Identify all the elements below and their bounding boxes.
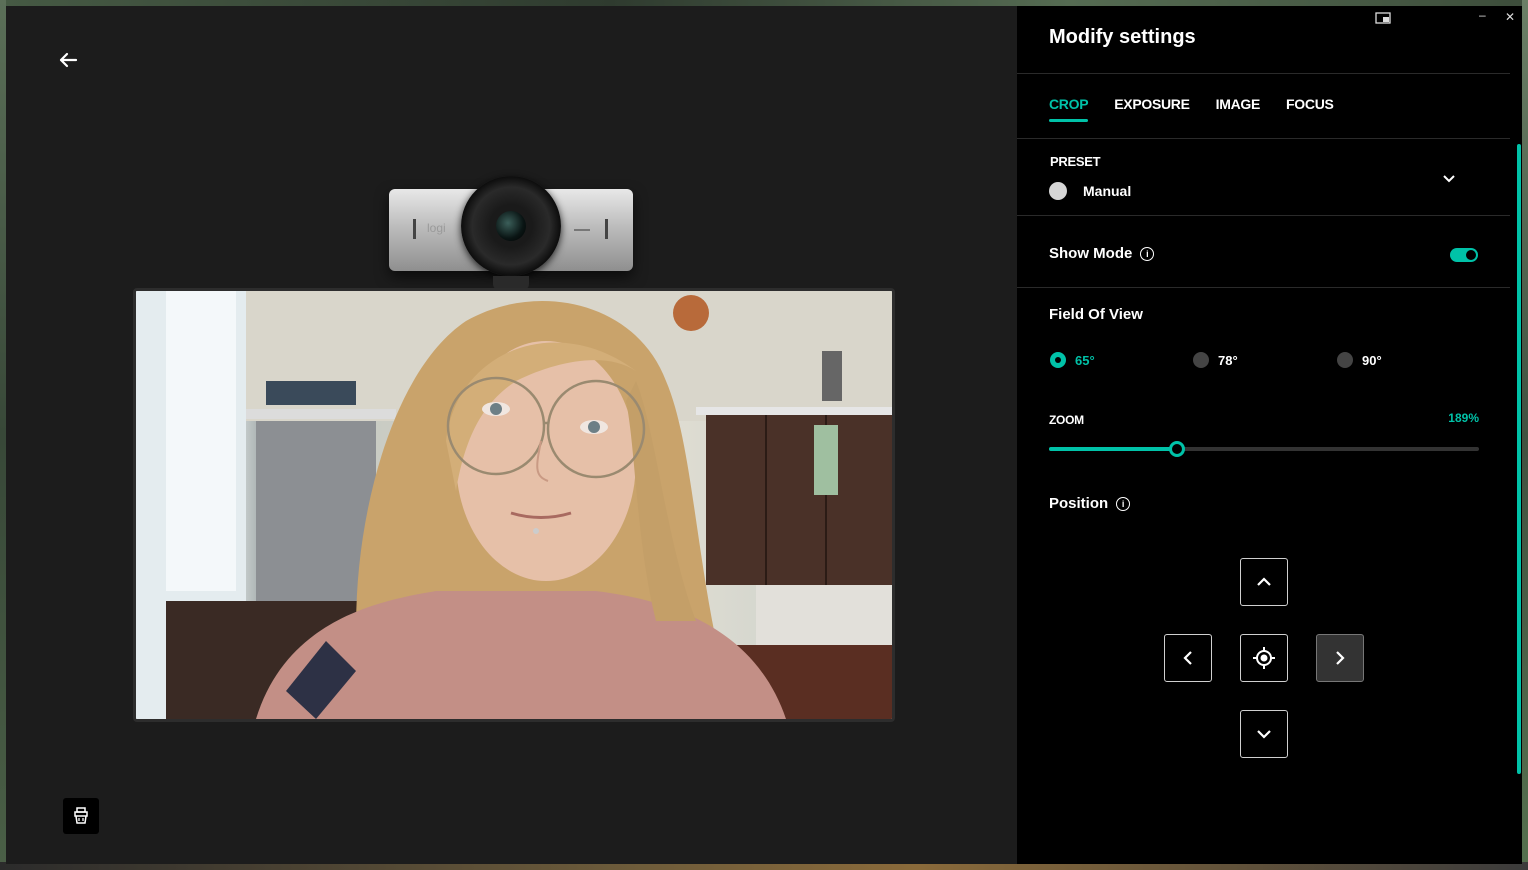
recenter-button[interactable]	[1240, 634, 1288, 682]
fov-option-90[interactable]: 90°	[1337, 352, 1382, 368]
camera-mark-right	[605, 219, 608, 239]
pan-left-button[interactable]	[1164, 634, 1212, 682]
zoom-value: 189%	[1448, 411, 1479, 425]
chevron-down-icon	[1443, 175, 1455, 183]
info-icon[interactable]: i	[1116, 496, 1131, 511]
chevron-right-icon	[1336, 651, 1345, 665]
zoom-label: ZOOM	[1049, 413, 1084, 427]
settings-tabs: CROP EXPOSURE IMAGE FOCUS	[1049, 96, 1334, 122]
divider	[1017, 73, 1510, 74]
pan-right-button[interactable]	[1316, 634, 1364, 682]
divider	[1017, 215, 1510, 216]
camera-brand-logo: logi	[427, 221, 446, 235]
panel-scrollbar[interactable]	[1517, 144, 1521, 774]
pip-icon	[1375, 12, 1391, 24]
zoom-slider-thumb[interactable]	[1169, 441, 1186, 457]
show-mode-toggle[interactable]	[1450, 248, 1478, 262]
lens-clean-button[interactable]	[63, 798, 99, 834]
minimize-button[interactable]: –	[1479, 8, 1486, 22]
tab-image[interactable]: IMAGE	[1216, 96, 1261, 122]
fov-radio-78[interactable]	[1193, 352, 1209, 368]
position-label: Position	[1049, 495, 1109, 512]
camera-lens-glass	[496, 211, 526, 241]
tab-exposure[interactable]: EXPOSURE	[1114, 96, 1190, 122]
fov-radio-65[interactable]	[1050, 352, 1066, 368]
tab-crop[interactable]: CROP	[1049, 96, 1089, 122]
preset-heading: PRESET	[1050, 154, 1101, 169]
preset-value: Manual	[1083, 183, 1132, 199]
info-icon[interactable]: i	[1140, 246, 1155, 261]
desktop-background-right	[1522, 0, 1528, 870]
pan-down-button[interactable]	[1240, 710, 1288, 758]
fov-radio-90[interactable]	[1337, 352, 1353, 368]
chevron-down-icon	[1257, 730, 1271, 739]
fov-option-label: 65°	[1075, 352, 1095, 368]
video-scene	[136, 291, 892, 719]
minimize-icon: –	[1479, 8, 1486, 22]
panel-title: Modify settings	[1049, 26, 1196, 48]
app-window: logi – ✕ Modify settings CROP EXPOSURE I…	[6, 6, 1522, 864]
live-video-feed	[133, 288, 895, 722]
show-mode-row: Show Mode i	[1049, 245, 1155, 263]
back-arrow-icon	[59, 52, 78, 68]
tab-focus[interactable]: FOCUS	[1286, 96, 1334, 122]
fov-option-65[interactable]: 65°	[1050, 352, 1095, 368]
lens-clean-icon	[74, 807, 88, 824]
preset-indicator	[1049, 182, 1067, 200]
pip-button[interactable]	[1375, 12, 1391, 27]
field-of-view-label: Field Of View	[1049, 306, 1143, 323]
fov-option-label: 90°	[1362, 352, 1382, 368]
preset-dropdown[interactable]: PRESET Manual	[1017, 139, 1510, 215]
recenter-icon	[1253, 647, 1275, 669]
fov-option-label: 78°	[1218, 352, 1238, 368]
close-button[interactable]: ✕	[1505, 10, 1515, 24]
chevron-left-icon	[1183, 651, 1192, 665]
settings-panel: – ✕ Modify settings CROP EXPOSURE IMAGE …	[1017, 6, 1522, 864]
chevron-up-icon	[1257, 577, 1271, 586]
fov-option-78[interactable]: 78°	[1193, 352, 1238, 368]
camera-preview-pane: logi	[6, 6, 1017, 864]
back-button[interactable]	[56, 48, 80, 72]
close-icon: ✕	[1505, 10, 1516, 24]
pan-up-button[interactable]	[1240, 558, 1288, 606]
camera-indicator	[574, 229, 590, 231]
show-mode-label: Show Mode	[1049, 245, 1133, 262]
position-row: Position i	[1049, 495, 1131, 513]
zoom-slider-fill	[1049, 447, 1178, 451]
divider	[1017, 287, 1510, 288]
camera-mark-left	[413, 219, 416, 239]
zoom-slider[interactable]	[1049, 441, 1479, 457]
